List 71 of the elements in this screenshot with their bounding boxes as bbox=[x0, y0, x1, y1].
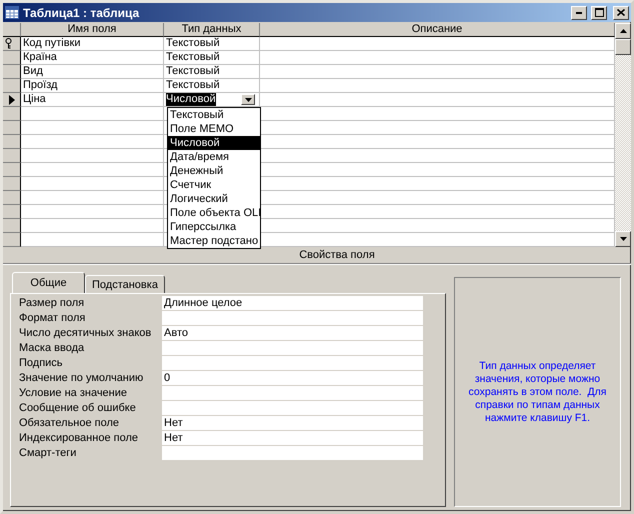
property-field[interactable] bbox=[162, 446, 423, 460]
header-corner bbox=[3, 23, 21, 37]
property-label: Обязательное поле bbox=[19, 416, 120, 431]
property-field[interactable]: Нет bbox=[162, 416, 423, 430]
property-label: Формат поля bbox=[19, 311, 86, 326]
down-arrow-icon bbox=[620, 237, 626, 241]
property-label: Маска ввода bbox=[19, 341, 86, 356]
property-label: Размер поля bbox=[19, 296, 86, 311]
property-field[interactable]: Нет bbox=[162, 431, 423, 445]
scroll-thumb[interactable] bbox=[615, 39, 631, 55]
field-name-cell: Код путівки bbox=[21, 37, 164, 51]
row-selector[interactable] bbox=[3, 51, 21, 65]
scroll-down-button[interactable] bbox=[615, 231, 631, 247]
field-name-cell: Країна bbox=[21, 51, 164, 65]
property-field[interactable] bbox=[162, 356, 423, 370]
data-type-cell: Текстовый bbox=[164, 51, 260, 65]
close-button[interactable] bbox=[613, 6, 629, 20]
property-field[interactable]: Авто bbox=[162, 326, 423, 340]
property-label: Число десятичных знаков bbox=[19, 326, 152, 341]
row-selector[interactable] bbox=[3, 177, 21, 191]
data-type-cell: Текстовый bbox=[164, 37, 260, 51]
field-name-cell: Проїзд bbox=[21, 79, 164, 93]
vertical-scrollbar[interactable] bbox=[615, 23, 631, 247]
row-selector[interactable] bbox=[3, 233, 21, 247]
property-field[interactable] bbox=[162, 401, 423, 415]
row-selector[interactable] bbox=[3, 163, 21, 177]
row-selector[interactable] bbox=[3, 135, 21, 149]
row-selector[interactable] bbox=[3, 219, 21, 233]
help-text: Тип данных определяет значения, которые можно сохранять в этом поле. Для справки по типам данных нажмите клавишу F1. bbox=[468, 360, 608, 424]
dropdown-option[interactable]: Числовой bbox=[168, 136, 260, 150]
property-label: Индексированное поле bbox=[19, 431, 139, 446]
row-selector[interactable] bbox=[3, 191, 21, 205]
row-selector[interactable] bbox=[3, 37, 21, 51]
property-label: Значение по умолчанию bbox=[19, 371, 144, 386]
row-selector[interactable] bbox=[3, 93, 21, 107]
minimize-button[interactable] bbox=[571, 6, 587, 20]
table-icon bbox=[5, 6, 19, 19]
row-selector[interactable] bbox=[3, 107, 21, 121]
property-label: Подпись bbox=[19, 356, 64, 371]
column-header: Тип данных bbox=[164, 23, 260, 37]
field-name-cell: Ціна bbox=[21, 93, 164, 107]
window-title: Таблица1 : таблица bbox=[23, 6, 140, 20]
tab[interactable]: Подстановка bbox=[85, 275, 165, 293]
property-label: Условие на значение bbox=[19, 386, 128, 401]
tab[interactable]: Общие bbox=[12, 272, 85, 293]
property-field[interactable] bbox=[162, 386, 423, 400]
maximize-button[interactable] bbox=[591, 6, 607, 20]
row-selector[interactable] bbox=[3, 205, 21, 219]
minimize-icon bbox=[576, 12, 582, 14]
section-title: Свойства поля bbox=[299, 249, 375, 261]
property-field[interactable] bbox=[162, 341, 423, 355]
data-type-cell: Текстовый bbox=[164, 65, 260, 79]
row-selector[interactable] bbox=[3, 149, 21, 163]
column-header: Имя поля bbox=[21, 23, 164, 37]
scroll-up-button[interactable] bbox=[615, 23, 631, 39]
property-field[interactable] bbox=[162, 311, 423, 325]
property-field[interactable]: 0 bbox=[162, 371, 423, 385]
property-label: Сообщение об ошибке bbox=[19, 401, 137, 416]
up-arrow-icon bbox=[620, 29, 626, 33]
row-selector[interactable] bbox=[3, 121, 21, 135]
maximize-icon bbox=[594, 8, 604, 17]
field-name-cell: Вид bbox=[21, 65, 164, 79]
property-field[interactable]: Длинное целое bbox=[162, 296, 423, 310]
caret-icon bbox=[244, 98, 252, 102]
column-header: Описание bbox=[260, 23, 615, 37]
row-selector[interactable] bbox=[3, 79, 21, 93]
property-label: Смарт-теги bbox=[19, 446, 78, 461]
dropdown-button[interactable] bbox=[241, 94, 255, 105]
dropdown-option[interactable]: Мастер подстано bbox=[168, 234, 260, 248]
close-icon bbox=[617, 9, 625, 16]
row-selector[interactable] bbox=[3, 65, 21, 79]
